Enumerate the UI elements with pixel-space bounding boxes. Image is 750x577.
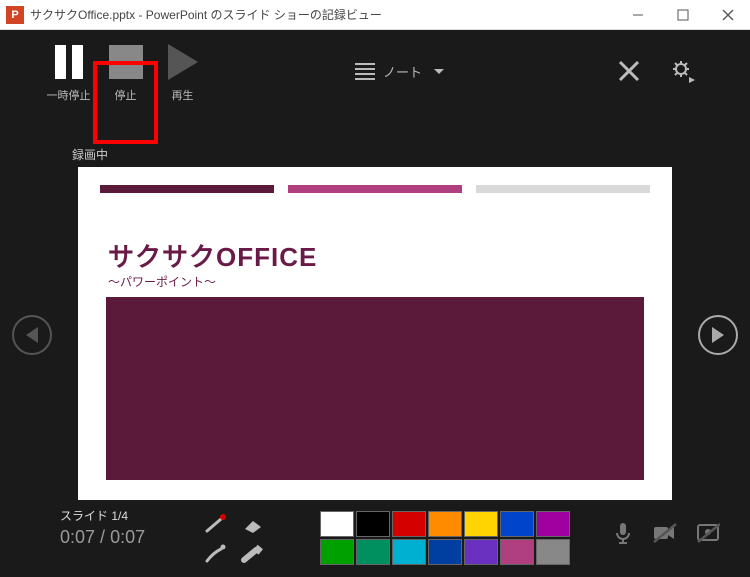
color-swatch[interactable] — [428, 511, 462, 537]
camera-preview-toggle[interactable] — [696, 522, 720, 549]
play-button[interactable]: 再生 — [154, 35, 211, 107]
notes-button[interactable]: ノート — [355, 30, 444, 112]
pause-icon — [55, 45, 83, 79]
color-palette — [320, 511, 570, 565]
minimize-button[interactable] — [615, 0, 660, 30]
previous-slide-button[interactable] — [12, 315, 52, 355]
powerpoint-app-icon: P — [6, 6, 24, 24]
highlighter-tool[interactable] — [239, 543, 265, 565]
color-swatch[interactable] — [428, 539, 462, 565]
color-swatch[interactable] — [392, 539, 426, 565]
slide-preview-area: サクサクOFFICE ～パワーポイント～ — [60, 165, 690, 502]
camera-off-icon — [652, 522, 678, 544]
microphone-toggle[interactable] — [612, 521, 634, 550]
play-icon — [168, 44, 198, 80]
elapsed-time: 0:07 — [60, 527, 95, 547]
slide-title: サクサクOFFICE — [108, 237, 317, 274]
clear-button[interactable] — [618, 30, 640, 112]
laser-pointer-tool[interactable] — [203, 513, 229, 535]
workspace: 一時停止 停止 再生 ノート — [0, 30, 750, 577]
media-toggles — [612, 521, 720, 550]
time-separator: / — [95, 527, 110, 547]
timer: 0:07 / 0:07 — [60, 527, 145, 548]
chevron-right-icon — [712, 327, 724, 343]
settings-button[interactable] — [671, 30, 695, 112]
window-controls — [615, 0, 750, 30]
pause-label: 一時停止 — [47, 87, 91, 103]
gear-icon — [671, 59, 695, 83]
color-swatch[interactable] — [536, 511, 570, 537]
close-icon — [618, 60, 640, 82]
bottom-bar: スライド 1/4 0:07 / 0:07 — [60, 507, 730, 569]
color-swatch[interactable] — [536, 539, 570, 565]
play-label: 再生 — [172, 87, 194, 103]
recording-status: 録画中 — [72, 146, 108, 163]
stop-button[interactable]: 停止 — [97, 35, 154, 107]
slide-counter: スライド 1/4 — [60, 507, 128, 524]
total-time: 0:07 — [110, 527, 145, 547]
microphone-icon — [612, 521, 634, 545]
recording-toolbar: 一時停止 停止 再生 ノート — [0, 30, 750, 112]
color-swatch[interactable] — [464, 539, 498, 565]
camera-toggle[interactable] — [652, 522, 678, 549]
slide-decoration-stripes — [100, 185, 650, 193]
color-swatch[interactable] — [500, 511, 534, 537]
color-swatch[interactable] — [356, 539, 390, 565]
slide-subtitle: ～パワーポイント～ — [108, 273, 216, 290]
window-title: サクサクOffice.pptx - PowerPoint のスライド ショーの記… — [30, 6, 615, 23]
notes-icon — [355, 63, 375, 80]
camera-preview-off-icon — [696, 522, 720, 544]
color-swatch[interactable] — [356, 511, 390, 537]
pen-tool[interactable] — [203, 543, 229, 565]
titlebar: P サクサクOffice.pptx - PowerPoint のスライド ショー… — [0, 0, 750, 30]
next-slide-button[interactable] — [698, 315, 738, 355]
eraser-tool[interactable] — [239, 513, 265, 535]
color-swatch[interactable] — [392, 511, 426, 537]
slide-preview[interactable]: サクサクOFFICE ～パワーポイント～ — [78, 167, 672, 500]
color-swatch[interactable] — [500, 539, 534, 565]
recording-controls: 一時停止 停止 再生 — [40, 35, 211, 107]
chevron-down-icon — [434, 69, 444, 74]
color-swatch[interactable] — [464, 511, 498, 537]
stop-label: 停止 — [115, 87, 137, 103]
pause-button[interactable]: 一時停止 — [40, 35, 97, 107]
color-swatch[interactable] — [320, 511, 354, 537]
color-swatch[interactable] — [320, 539, 354, 565]
chevron-left-icon — [26, 327, 38, 343]
notes-label: ノート — [383, 62, 422, 81]
slide-content-block — [106, 297, 644, 480]
close-button[interactable] — [705, 0, 750, 30]
stop-icon — [109, 45, 143, 79]
ink-tools — [200, 511, 268, 567]
maximize-button[interactable] — [660, 0, 705, 30]
